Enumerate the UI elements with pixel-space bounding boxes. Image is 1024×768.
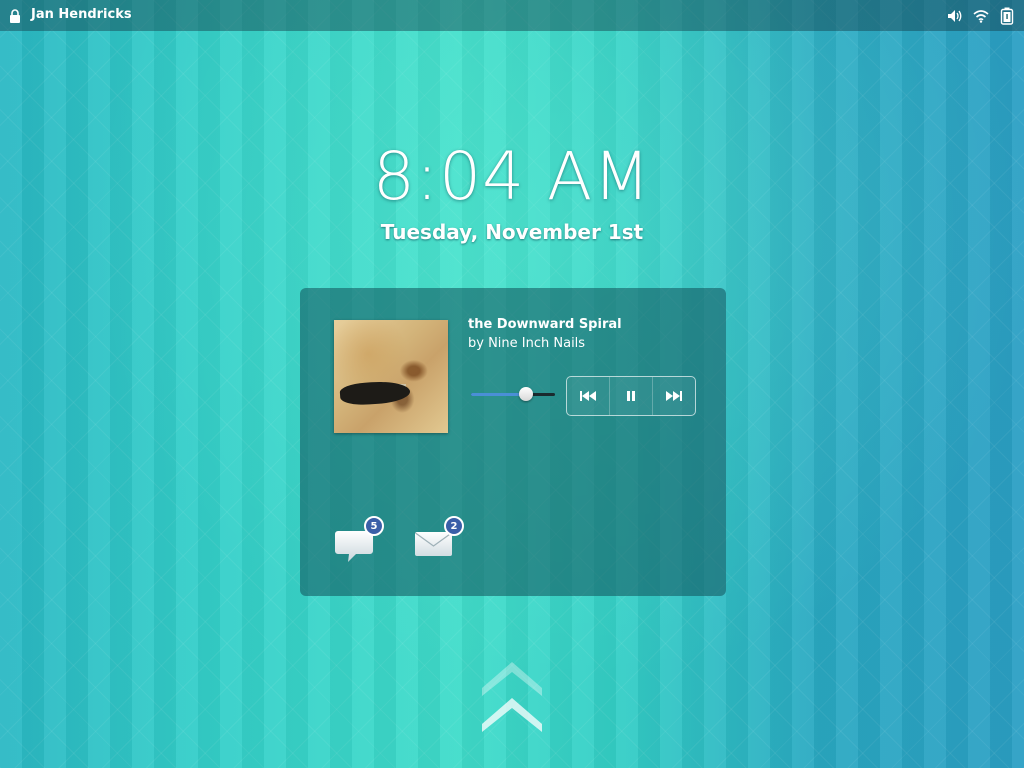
album-art-splat [339, 379, 411, 407]
wifi-icon[interactable] [972, 7, 990, 25]
top-bar: Jan Hendricks [0, 0, 1024, 31]
notification-panel: the Downward Spiral by Nine Inch Nails 5… [300, 288, 726, 596]
chat-notification[interactable]: 5 [334, 516, 386, 567]
system-tray [938, 6, 1016, 26]
clock-time: 8:04 AM [372, 138, 652, 215]
clock-date: Tuesday, November 1st [380, 220, 644, 244]
user-name[interactable]: Jan Hendricks [31, 7, 132, 22]
track-artist: by Nine Inch Nails [468, 336, 586, 351]
next-icon [666, 391, 682, 401]
volume-icon[interactable] [946, 7, 964, 25]
mail-notification[interactable]: 2 [414, 516, 466, 567]
pause-icon [627, 391, 635, 401]
unlock-handle[interactable] [478, 658, 546, 738]
lock-screen: Jan Hendricks 8:04 AM Tuesday, November … [0, 0, 1024, 768]
chevron-up-icon [482, 662, 542, 732]
album-art [334, 320, 448, 433]
next-button[interactable] [653, 377, 695, 415]
media-controls [566, 376, 696, 416]
battery-icon[interactable] [998, 7, 1016, 25]
previous-icon [580, 391, 596, 401]
chat-count-badge: 5 [364, 516, 384, 536]
track-title: the Downward Spiral [468, 317, 622, 332]
mail-count-badge: 2 [444, 516, 464, 536]
envelope-icon [415, 532, 452, 556]
pause-button[interactable] [610, 377, 653, 415]
lock-icon [10, 9, 20, 23]
playback-slider[interactable] [471, 386, 555, 404]
slider-fill [471, 393, 527, 396]
previous-button[interactable] [567, 377, 610, 415]
slider-knob[interactable] [519, 387, 534, 401]
